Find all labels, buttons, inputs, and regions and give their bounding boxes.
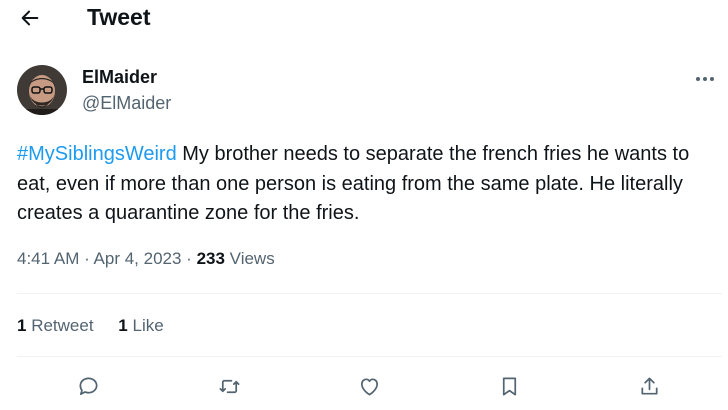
bookmark-icon [502,376,516,396]
arrow-left-icon [21,10,39,26]
reply-icon [78,376,98,395]
meta-separator: · [79,249,94,268]
retweet-button[interactable] [213,370,245,402]
likes-stat[interactable]: 1 Like [118,316,163,335]
tweet-time[interactable]: 4:41 AM [17,249,79,268]
author-row: ElMaider @ElMaider [0,60,728,120]
meta-separator-2: · [181,249,197,268]
bookmark-button[interactable] [493,370,525,402]
page-title: Tweet [87,4,151,30]
divider [17,356,722,357]
back-button[interactable] [12,3,48,33]
more-horizontal-icon [696,77,714,81]
avatar-image [17,65,67,115]
display-name[interactable]: ElMaider [82,67,157,88]
tweet-detail-page: Tweet ElMaider @ElMaider #MySiblingsWeir… [0,0,728,410]
divider [17,293,722,294]
tweet-date[interactable]: Apr 4, 2023 [94,249,182,268]
avatar[interactable] [17,65,67,115]
like-button[interactable] [353,370,385,402]
reply-button[interactable] [72,370,104,402]
hashtag-link[interactable]: #MySiblingsWeird [17,143,177,165]
share-icon [640,376,658,395]
retweets-label: Retweet [26,316,94,335]
heart-icon [360,377,378,396]
header: Tweet [0,0,728,40]
likes-count: 1 [118,316,128,335]
more-button[interactable] [690,68,720,90]
user-handle[interactable]: @ElMaider [82,93,171,114]
engagement-stats: 1 Retweet 1 Like [17,316,164,336]
retweets-stat[interactable]: 1 Retweet [17,316,94,335]
views-label: Views [224,249,275,268]
tweet-meta: 4:41 AM · Apr 4, 2023 · 233 Views [17,249,275,269]
share-button[interactable] [633,370,665,402]
likes-label: Like [127,316,164,335]
tweet-text: #MySiblingsWeird My brother needs to sep… [17,140,722,229]
views-count: 233 [196,249,225,268]
retweet-icon [219,379,239,393]
action-bar [0,370,728,402]
